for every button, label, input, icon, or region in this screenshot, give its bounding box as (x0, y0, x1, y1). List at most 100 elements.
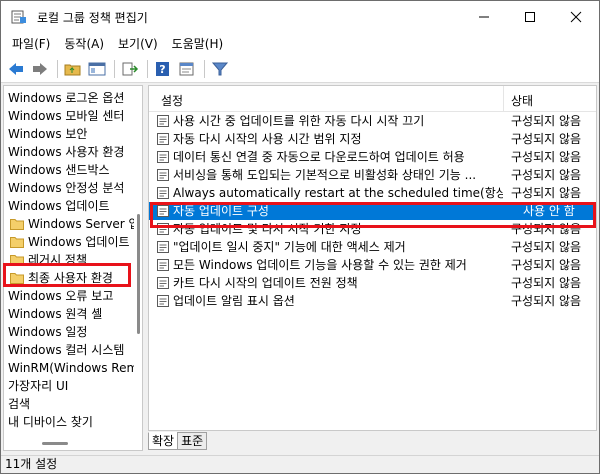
policy-row-selected[interactable]: 자동 업데이트 구성 사용 안 함 (149, 202, 596, 220)
tree-item[interactable]: WinRM(Windows Rem (8, 359, 138, 377)
folder-up-icon (64, 64, 81, 75)
tree-folder-item[interactable]: Windows 업데이트 (8, 233, 130, 251)
forward-arrow-icon (33, 62, 47, 75)
policy-state: 구성되지 않음 (511, 240, 582, 254)
toolbar-separator (114, 59, 115, 78)
help-button[interactable]: ? (152, 58, 174, 80)
tree-horizontal-scrollbar[interactable] (4, 436, 142, 450)
folder-icon (10, 237, 24, 248)
window-controls (461, 1, 599, 33)
column-header-state[interactable]: 상태 (511, 92, 533, 109)
tab-standard[interactable]: 표준 (177, 432, 208, 450)
group-policy-icon (11, 9, 27, 25)
tree-item[interactable]: Windows 모바일 센터 (8, 107, 124, 125)
close-button[interactable] (553, 1, 599, 33)
toolbar: ? (1, 55, 599, 83)
tree-folder-item[interactable]: 레거시 정책 (8, 251, 87, 269)
policy-state: 구성되지 않음 (511, 168, 582, 182)
menu-help[interactable]: 도움말(H) (165, 33, 231, 55)
show-hide-tree-button[interactable] (86, 58, 108, 80)
tree-item[interactable]: Windows 샌드박스 (8, 161, 110, 179)
tree-item-label: Windows 모바일 센터 (8, 109, 125, 123)
policy-row[interactable]: 자동 업데이트 및 다시 시작 기한 지정 구성되지 않음 (149, 220, 596, 238)
menu-file[interactable]: 파일(F) (5, 33, 57, 55)
policy-name: 모든 Windows 업데이트 기능을 사용할 수 있는 권한 제거 (173, 258, 467, 272)
tree-hscroll-thumb[interactable] (42, 442, 68, 445)
policy-setting-icon (157, 187, 169, 199)
export-list-button[interactable] (119, 58, 141, 80)
back-button[interactable] (5, 58, 27, 80)
policy-name: 사용 시간 중 업데이트를 위한 자동 다시 시작 끄기 (173, 114, 425, 128)
menu-action[interactable]: 동작(A) (57, 33, 111, 55)
tree-folder-item[interactable]: 최종 사용자 환경 (8, 269, 113, 287)
policy-row[interactable]: Always automatically restart at the sche… (149, 184, 596, 202)
tree-item[interactable]: Windows 컬러 시스템 (8, 341, 124, 359)
policy-name: Always automatically restart at the sche… (173, 186, 503, 200)
policy-setting-icon (157, 241, 169, 253)
maximize-icon (525, 12, 535, 22)
tree-folder-item[interactable]: Windows Server 업 (8, 215, 140, 233)
maximize-button[interactable] (507, 1, 553, 33)
status-bar: 11개 설정 (1, 455, 599, 473)
tree-item-label: Windows 원격 셸 (8, 307, 103, 321)
tree-item-label: Windows 사용자 환경 (8, 145, 125, 159)
tree-item-label: 최종 사용자 환경 (28, 271, 113, 285)
tree-item-label: Windows 샌드박스 (8, 163, 110, 177)
policy-row[interactable]: 서비싱을 통해 도입되는 기본적으로 비활성화 상태인 기능 ... 구성되지 않… (149, 166, 596, 184)
properties-icon (179, 62, 194, 75)
tree-item-label: 검색 (8, 397, 31, 411)
up-folder-button[interactable] (62, 58, 84, 80)
menu-view[interactable]: 보기(V) (111, 33, 165, 55)
forward-button[interactable] (29, 58, 51, 80)
tree-item[interactable]: Windows 사용자 환경 (8, 143, 124, 161)
console-tree-pane[interactable]: Windows 로그온 옵션 Windows 모바일 센터 Windows 보안 Wi… (3, 85, 143, 451)
policy-name: 카트 다시 시작의 업데이트 전원 정책 (173, 276, 358, 290)
tree-item[interactable]: Windows 원격 셸 (8, 305, 102, 323)
toolbar-separator (204, 59, 205, 78)
policy-setting-icon (157, 169, 169, 181)
column-divider[interactable] (503, 86, 504, 112)
tree-item[interactable]: 가장자리 UI (8, 377, 68, 395)
tree-item-label: Windows Server 업 (28, 217, 140, 231)
tree-item[interactable]: Windows 일정 (8, 323, 87, 341)
tree-item[interactable]: Windows 오류 보고 (8, 287, 113, 305)
tree-vertical-scrollbar[interactable] (134, 86, 142, 434)
policy-row[interactable]: 카트 다시 시작의 업데이트 전원 정책 구성되지 않음 (149, 274, 596, 292)
properties-button[interactable] (176, 58, 198, 80)
policy-row[interactable]: 업데이트 알림 표시 옵션 구성되지 않음 (149, 292, 596, 310)
tree-item[interactable]: Windows 로그온 옵션 (8, 89, 124, 107)
filter-button[interactable] (209, 58, 231, 80)
tree-item-label: 레거시 정책 (28, 253, 88, 267)
policy-name: 자동 업데이트 구성 (173, 204, 269, 218)
policy-state: 구성되지 않음 (511, 186, 582, 200)
column-header-setting[interactable]: 설정 (161, 92, 183, 109)
tree-item-label: Windows 업데이트 (8, 199, 110, 213)
console-tree-icon (88, 62, 106, 75)
tree-item[interactable]: Windows 안정성 분석 (8, 179, 124, 197)
tree-item[interactable]: 내 디바이스 찾기 (8, 413, 93, 431)
policy-state: 구성되지 않음 (511, 276, 582, 290)
policy-name: 자동 업데이트 및 다시 시작 기한 지정 (173, 222, 362, 236)
tree-item[interactable]: 검색 (8, 395, 30, 413)
policy-setting-icon (157, 205, 169, 217)
policy-row[interactable]: 사용 시간 중 업데이트를 위한 자동 다시 시작 끄기 구성되지 않음 (149, 112, 596, 130)
policy-row[interactable]: "업데이트 일시 중지" 기능에 대한 액세스 제거 구성되지 않음 (149, 238, 596, 256)
tree-scroll-thumb[interactable] (137, 214, 140, 334)
policy-row[interactable]: 데이터 통신 연결 중 자동으로 다운로드하여 업데이트 허용 구성되지 않음 (149, 148, 596, 166)
toolbar-separator (57, 59, 58, 78)
tree-item[interactable]: Windows 보안 (8, 125, 87, 143)
policy-state: 구성되지 않음 (511, 294, 582, 308)
policy-row[interactable]: 모든 Windows 업데이트 기능을 사용할 수 있는 권한 제거 구성되지 않… (149, 256, 596, 274)
tab-extended[interactable]: 확장 (148, 432, 179, 450)
menu-bar: 파일(F) 동작(A) 보기(V) 도움말(H) (1, 33, 599, 55)
policy-row[interactable]: 자동 다시 시작의 사용 시간 범위 지정 구성되지 않음 (149, 130, 596, 148)
policy-state: 구성되지 않음 (511, 222, 582, 236)
tree-item-label: WinRM(Windows Rem (8, 361, 139, 375)
tree-item[interactable]: Windows 업데이트 (8, 197, 110, 215)
settings-list-pane[interactable]: 설정 상태 사용 시간 중 업데이트를 위한 자동 다시 시작 끄기 구성되지 않… (148, 85, 597, 431)
close-icon (570, 11, 582, 23)
minimize-button[interactable] (461, 1, 507, 33)
help-icon: ? (156, 61, 169, 76)
policy-setting-icon (157, 151, 169, 163)
policy-setting-icon (157, 223, 169, 235)
